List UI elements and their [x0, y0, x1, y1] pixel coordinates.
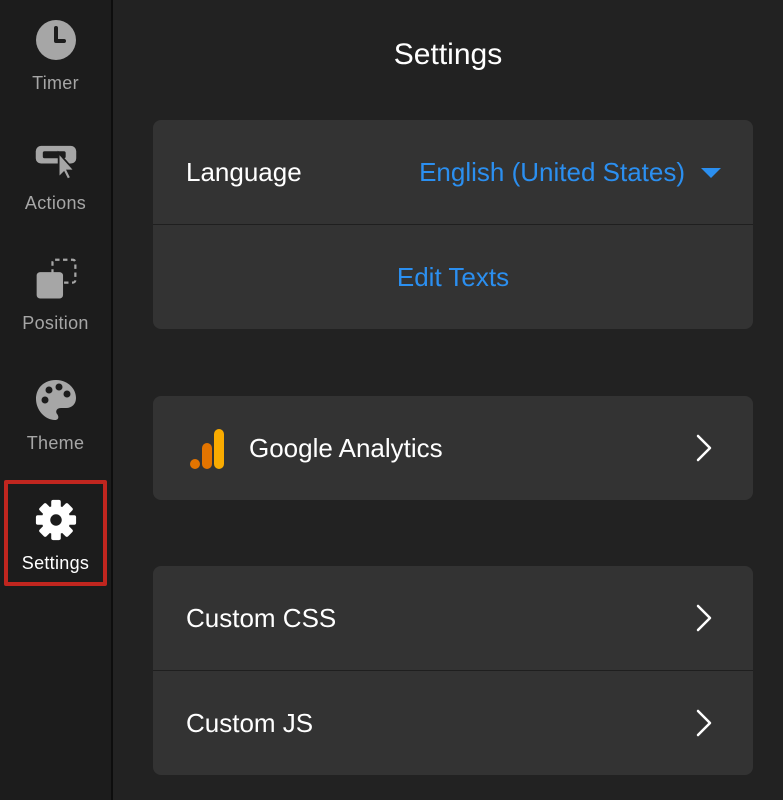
- chevron-right-icon: [695, 433, 713, 468]
- language-card: Language English (United States) Edit Te…: [153, 120, 753, 329]
- sidebar-item-timer[interactable]: Timer: [4, 0, 107, 106]
- sidebar: Timer Actions Position Theme Settings: [0, 0, 113, 800]
- google-analytics-icon: [190, 429, 226, 474]
- edit-texts-row[interactable]: Edit Texts: [153, 224, 753, 329]
- custom-css-row[interactable]: Custom CSS: [153, 566, 753, 670]
- page-title: Settings: [393, 38, 503, 71]
- gear-icon: [34, 498, 78, 542]
- language-select[interactable]: English (United States): [419, 157, 685, 188]
- edit-texts-link[interactable]: Edit Texts: [153, 262, 753, 293]
- custom-code-card: Custom CSS Custom JS: [153, 566, 753, 775]
- language-row[interactable]: Language English (United States): [153, 120, 753, 224]
- palette-icon: [34, 378, 78, 422]
- sidebar-item-label: Actions: [24, 193, 87, 213]
- settings-panel: Settings Language English (United States…: [113, 0, 783, 800]
- sidebar-item-position[interactable]: Position: [4, 240, 107, 346]
- sidebar-item-settings[interactable]: Settings: [4, 480, 107, 586]
- sidebar-item-label: Timer: [32, 73, 79, 93]
- sidebar-item-label: Settings: [21, 553, 90, 573]
- cursor-button-icon: [34, 138, 78, 182]
- google-analytics-row[interactable]: Google Analytics: [153, 396, 753, 500]
- clock-icon: [34, 18, 78, 62]
- position-icon: [34, 258, 78, 302]
- sidebar-item-theme[interactable]: Theme: [4, 360, 107, 466]
- chevron-right-icon: [695, 708, 713, 743]
- caret-down-icon: [701, 168, 721, 178]
- sidebar-item-label: Position: [22, 313, 89, 333]
- chevron-right-icon: [695, 603, 713, 638]
- custom-css-label: Custom CSS: [186, 602, 337, 633]
- google-analytics-card: Google Analytics: [153, 396, 753, 500]
- custom-js-label: Custom JS: [186, 707, 314, 738]
- sidebar-item-actions[interactable]: Actions: [4, 120, 107, 226]
- custom-js-row[interactable]: Custom JS: [153, 670, 753, 775]
- sidebar-item-label: Theme: [26, 433, 85, 453]
- language-label: Language: [186, 156, 302, 187]
